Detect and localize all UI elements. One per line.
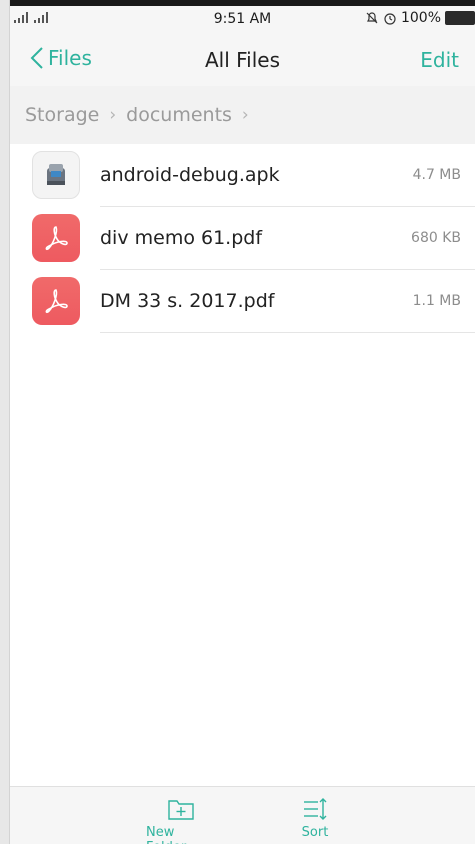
pdf-icon xyxy=(32,214,80,262)
file-name: DM 33 s. 2017.pdf xyxy=(100,290,275,312)
file-size: 4.7 MB xyxy=(412,167,461,183)
alarm-icon xyxy=(384,13,396,25)
page-title: All Files xyxy=(204,48,281,72)
file-size: 1.1 MB xyxy=(412,293,461,309)
status-right: 100% xyxy=(365,10,475,26)
file-row[interactable]: DM 33 s. 2017.pdf 1.1 MB xyxy=(10,270,475,333)
status-bar: 9:51 AM 100% xyxy=(10,6,475,34)
file-size: 680 KB xyxy=(411,230,461,246)
breadcrumb-storage[interactable]: Storage xyxy=(25,104,99,126)
sort-label: Sort xyxy=(301,825,329,840)
file-list: android-debug.apk 4.7 MB div memo 61.pdf… xyxy=(10,144,475,333)
sort-button[interactable]: Sort xyxy=(290,797,340,840)
left-edge xyxy=(0,0,10,844)
battery-icon xyxy=(445,11,475,25)
file-name: div memo 61.pdf xyxy=(100,227,263,249)
new-folder-label: New Folder xyxy=(146,825,186,844)
breadcrumb-separator-icon: › xyxy=(241,105,249,125)
file-manager-screen: 9:51 AM 100% Files All Files Edit Storag… xyxy=(0,0,475,844)
apk-icon xyxy=(32,151,80,199)
breadcrumb: Storage › documents › xyxy=(10,86,475,144)
file-row[interactable]: android-debug.apk 4.7 MB xyxy=(10,144,475,207)
sort-icon xyxy=(304,798,327,820)
breadcrumb-documents[interactable]: documents xyxy=(126,104,232,126)
mute-bell-icon xyxy=(366,12,378,24)
file-name: android-debug.apk xyxy=(100,164,280,186)
new-folder-icon xyxy=(168,800,194,820)
nav-bar: Files All Files Edit xyxy=(10,34,475,86)
bottom-toolbar: New Folder Sort xyxy=(10,786,475,844)
new-folder-button[interactable]: New Folder xyxy=(146,797,216,844)
pdf-icon xyxy=(32,277,80,325)
edit-button[interactable]: Edit xyxy=(420,48,459,72)
file-row[interactable]: div memo 61.pdf 680 KB xyxy=(10,207,475,270)
battery-percent: 100% xyxy=(400,10,441,26)
breadcrumb-separator-icon: › xyxy=(109,105,117,125)
